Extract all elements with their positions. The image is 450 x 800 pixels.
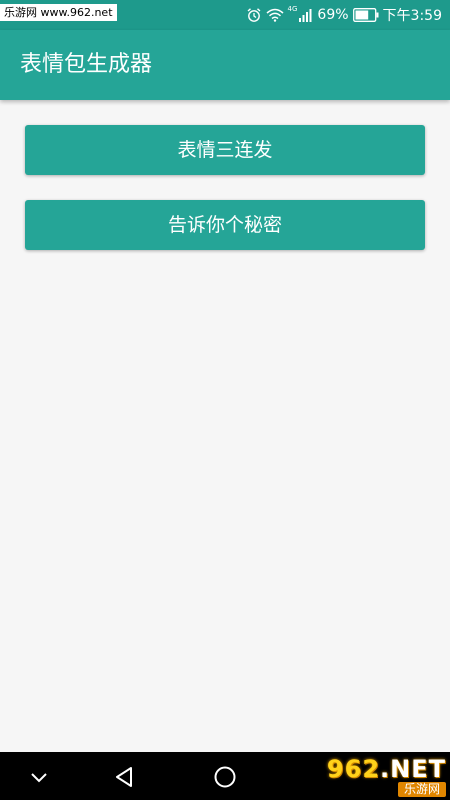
site-logo-watermark: 962.NET 乐游网 xyxy=(306,756,446,798)
logo-subtitle: 乐游网 xyxy=(397,782,446,797)
status-icons: 4G 69% 下午3:59 xyxy=(246,0,442,30)
alarm-icon xyxy=(246,7,262,23)
battery-percent: 69% xyxy=(317,7,349,23)
back-icon[interactable] xyxy=(112,764,138,790)
wifi-icon xyxy=(266,8,284,22)
network-type-badge: 4G xyxy=(287,5,298,13)
app-bar: 表情包生成器 xyxy=(0,30,450,100)
status-bar: 乐游网 www.962.net 4G 69% 下午3:59 xyxy=(0,0,450,30)
watermark-text: 乐游网 www.962.net xyxy=(0,4,117,21)
battery-icon xyxy=(352,8,379,22)
signal-icon xyxy=(299,8,313,22)
app-title: 表情包生成器 xyxy=(20,52,153,77)
chevron-down-icon[interactable] xyxy=(26,764,52,790)
emoji-triple-button[interactable]: 表情三连发 xyxy=(25,125,425,175)
logo-text: 962.NET xyxy=(326,755,446,783)
tell-secret-button[interactable]: 告诉你个秘密 xyxy=(25,200,425,250)
clock-time: 下午3:59 xyxy=(382,8,442,24)
navigation-bar: 962.NET 乐游网 xyxy=(0,752,450,800)
home-icon[interactable] xyxy=(212,764,238,790)
